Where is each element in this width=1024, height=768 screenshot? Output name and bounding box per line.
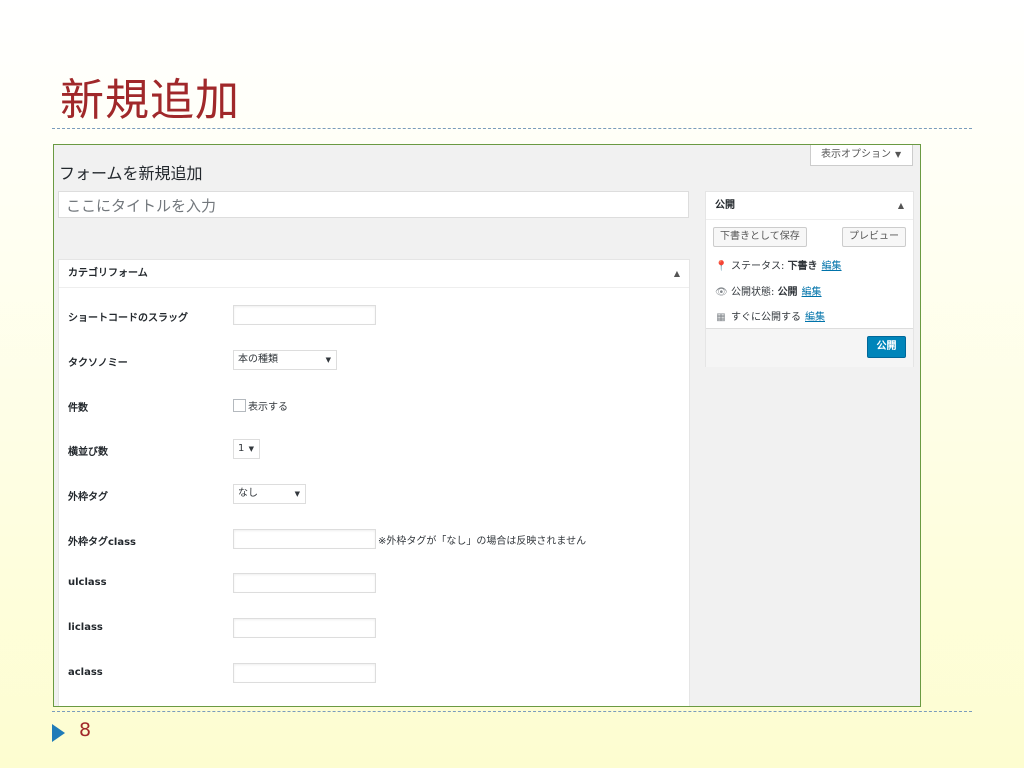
columns-select[interactable]: 1 ▼ xyxy=(233,439,260,459)
publish-button[interactable]: 公開 xyxy=(867,336,906,358)
dropdown-arrow-icon: ▼ xyxy=(248,445,254,453)
dropdown-arrow-icon: ▼ xyxy=(325,356,331,364)
wrapper-class-label: 外枠タグclass xyxy=(68,537,137,548)
publish-title: 公開 xyxy=(715,200,735,211)
visibility-edit-link[interactable]: 編集 xyxy=(802,287,822,298)
top-divider xyxy=(52,128,972,129)
title-input[interactable]: ここにタイトルを入力 xyxy=(58,191,689,218)
aclass-label: aclass xyxy=(68,667,103,678)
wrapper-tag-select[interactable]: なし ▼ xyxy=(233,484,306,504)
dropdown-arrow-icon: ▼ xyxy=(294,490,300,498)
count-checkbox-label[interactable]: 表示する xyxy=(248,398,288,413)
status-value: 下書き xyxy=(787,261,818,272)
count-label: 件数 xyxy=(68,403,88,414)
pin-icon: 📍 xyxy=(715,261,728,272)
bottom-divider xyxy=(52,711,972,712)
wrapper-class-input[interactable] xyxy=(233,529,376,549)
wp-screenshot: 表示オプション ▼ フォームを新規追加 ここにタイトルを入力 カテゴリフォーム ▲… xyxy=(53,144,921,707)
taxonomy-select[interactable]: 本の種類 ▼ xyxy=(233,350,337,370)
wrapper-tag-selected: なし xyxy=(238,488,258,499)
wrapper-tag-label: 外枠タグ xyxy=(68,492,108,503)
screen-options-button[interactable]: 表示オプション ▼ xyxy=(810,145,913,166)
calendar-icon: ▦ xyxy=(716,312,726,323)
publish-box: 公開 ▲ 下書きとして保存 プレビュー 📍 ステータス: 下書き 編集 👁 公開状態:… xyxy=(705,191,914,367)
wrapper-class-note: ※外枠タグが「なし」の場合は反映されません xyxy=(378,536,587,547)
liclass-input[interactable] xyxy=(233,618,376,638)
category-form-header[interactable]: カテゴリフォーム ▲ xyxy=(59,260,689,288)
shortcode-slug-input[interactable] xyxy=(233,305,376,325)
triangle-bullet-icon xyxy=(52,724,65,742)
visibility-value: 公開 xyxy=(777,287,798,298)
schedule-line: ▦ すぐに公開する 編集 xyxy=(715,308,825,323)
count-checkbox[interactable] xyxy=(233,399,246,412)
chevron-down-icon: ▼ xyxy=(895,150,902,159)
save-draft-button[interactable]: 下書きとして保存 xyxy=(713,227,807,247)
publish-header[interactable]: 公開 ▲ xyxy=(706,192,913,220)
columns-label: 横並び数 xyxy=(68,447,108,458)
preview-button[interactable]: プレビュー xyxy=(842,227,906,247)
taxonomy-label: タクソノミー xyxy=(68,358,128,369)
eye-icon: 👁 xyxy=(715,287,728,298)
visibility-line: 👁 公開状態: 公開 編集 xyxy=(715,283,822,298)
visibility-label: 公開状態: xyxy=(731,287,775,298)
ulclass-label: ulclass xyxy=(68,577,107,588)
category-form-title: カテゴリフォーム xyxy=(68,268,148,279)
status-edit-link[interactable]: 編集 xyxy=(822,261,842,272)
liclass-label: liclass xyxy=(68,622,103,633)
columns-selected: 1 xyxy=(238,443,245,454)
status-label: ステータス: xyxy=(731,261,785,272)
collapse-icon[interactable]: ▲ xyxy=(898,192,904,219)
aclass-input[interactable] xyxy=(233,663,376,683)
slide-number: 8 xyxy=(79,719,92,741)
publish-actions: 公開 xyxy=(706,328,913,367)
slide-title: 新規追加 xyxy=(60,75,240,126)
collapse-icon[interactable]: ▲ xyxy=(674,260,680,287)
status-line: 📍 ステータス: 下書き 編集 xyxy=(715,257,842,272)
screen-options-label: 表示オプション xyxy=(821,149,891,160)
schedule-label: すぐに公開する xyxy=(731,312,801,323)
shortcode-slug-label: ショートコードのスラッグ xyxy=(68,313,188,324)
ulclass-input[interactable] xyxy=(233,573,376,593)
taxonomy-selected: 本の種類 xyxy=(238,354,278,365)
category-form-box: カテゴリフォーム ▲ ショートコードのスラッグ タクソノミー 本の種類 ▼ 件数… xyxy=(58,259,690,706)
page-heading: フォームを新規追加 xyxy=(59,164,203,183)
schedule-edit-link[interactable]: 編集 xyxy=(805,312,825,323)
